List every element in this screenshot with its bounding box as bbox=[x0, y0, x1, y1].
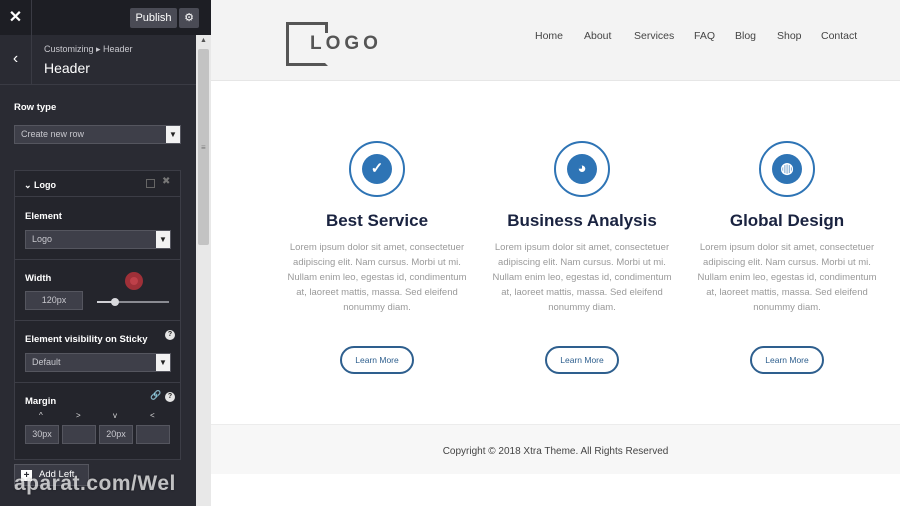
help-icon[interactable]: ? bbox=[165, 392, 175, 402]
scroll-grip-icon: ≡ bbox=[201, 143, 206, 152]
margin-top-arrow-icon: ^ bbox=[39, 411, 43, 420]
copyright-text: Copyright © 2018 Xtra Theme. All Rights … bbox=[442, 446, 669, 457]
visibility-value: Default bbox=[32, 357, 61, 367]
element-label: Element bbox=[25, 211, 62, 222]
site-footer: Copyright © 2018 Xtra Theme. All Rights … bbox=[211, 424, 900, 474]
learn-more-button[interactable]: Learn More bbox=[545, 346, 619, 374]
site-logo[interactable]: LOGO bbox=[308, 33, 382, 55]
margin-right-input[interactable] bbox=[62, 425, 96, 444]
close-icon[interactable]: ✕ bbox=[0, 0, 32, 35]
margin-bottom-arrow-icon: v bbox=[113, 411, 117, 420]
feature-text: Lorem ipsum dolor sit amet, consectetuer… bbox=[492, 242, 672, 313]
learn-more-button[interactable]: Learn More bbox=[750, 346, 824, 374]
chevron-down-icon: ▼ bbox=[156, 231, 170, 248]
margin-label: Margin bbox=[25, 396, 57, 407]
cursor-indicator bbox=[125, 272, 143, 290]
feature-icon-ring: ◍ bbox=[759, 141, 815, 197]
check-icon: ✓ bbox=[362, 154, 392, 184]
row-type-value: Create new row bbox=[21, 129, 85, 139]
section-title: Header bbox=[44, 60, 90, 76]
logo-element-panel: ⌄ Logo ✖ Element Logo ▼ Width 120px Elem… bbox=[14, 170, 181, 460]
divider bbox=[15, 259, 180, 260]
feature-icon-ring: ✓ bbox=[349, 141, 405, 197]
nav-blog[interactable]: Blog bbox=[735, 30, 756, 42]
pie-chart-icon: ◕ bbox=[567, 154, 597, 184]
close-icon[interactable]: ✖ bbox=[162, 176, 170, 187]
slider-handle[interactable] bbox=[111, 298, 119, 306]
width-input[interactable]: 120px bbox=[25, 291, 83, 310]
site-header: LOGO Home About Services FAQ Blog Shop C… bbox=[211, 0, 900, 81]
panel-title: ⌄ Logo bbox=[24, 180, 57, 190]
feature-text: Lorem ipsum dolor sit amet, consectetuer… bbox=[287, 242, 467, 313]
back-arrow-icon[interactable]: ‹ bbox=[0, 35, 32, 85]
width-slider[interactable] bbox=[97, 298, 169, 306]
row-type-select[interactable]: Create new row ▼ bbox=[14, 125, 181, 144]
feature-title: Best Service bbox=[325, 211, 429, 230]
divider bbox=[15, 320, 180, 321]
customizer-topbar: ✕ Publish ⚙ bbox=[0, 0, 211, 35]
nav-shop[interactable]: Shop bbox=[777, 30, 802, 42]
feature-text: Lorem ipsum dolor sit amet, consectetuer… bbox=[697, 242, 877, 313]
publish-button[interactable]: Publish bbox=[130, 8, 177, 28]
watermark: aparat.com/Wel bbox=[14, 472, 176, 495]
site-preview: LOGO Home About Services FAQ Blog Shop C… bbox=[211, 0, 900, 506]
margin-right-arrow-icon: > bbox=[76, 411, 81, 420]
visibility-select[interactable]: Default ▼ bbox=[25, 353, 171, 372]
feature-title: Global Design bbox=[729, 211, 845, 230]
margin-top-input[interactable]: 30px bbox=[25, 425, 59, 444]
margin-left-input[interactable] bbox=[136, 425, 170, 444]
divider bbox=[15, 382, 180, 383]
scroll-up-icon[interactable]: ▲ bbox=[196, 35, 211, 47]
duplicate-icon[interactable] bbox=[146, 179, 155, 188]
learn-more-button[interactable]: Learn More bbox=[340, 346, 414, 374]
nav-home[interactable]: Home bbox=[535, 30, 563, 42]
panel-header[interactable]: ⌄ Logo ✖ bbox=[15, 171, 180, 197]
sidebar-scrollbar[interactable]: ▲ ≡ bbox=[196, 35, 211, 506]
nav-contact[interactable]: Contact bbox=[821, 30, 857, 42]
breadcrumb: Customizing ▸ Header bbox=[44, 44, 133, 54]
row-type-label: Row type bbox=[14, 102, 57, 113]
gear-icon[interactable]: ⚙ bbox=[179, 8, 199, 28]
link-icon[interactable]: 🔗 bbox=[150, 390, 161, 401]
chevron-down-icon: ▼ bbox=[156, 354, 170, 371]
visibility-label: Element visibility on Sticky bbox=[25, 334, 148, 345]
feature-title: Business Analysis bbox=[507, 211, 657, 230]
nav-about[interactable]: About bbox=[584, 30, 611, 42]
chevron-down-icon: ▼ bbox=[166, 126, 180, 143]
scroll-thumb[interactable]: ≡ bbox=[198, 49, 209, 245]
help-icon[interactable]: ? bbox=[165, 330, 175, 340]
feature-icon-ring: ◕ bbox=[554, 141, 610, 197]
breadcrumb-header: ‹ Customizing ▸ Header Header bbox=[0, 35, 196, 85]
globe-icon: ◍ bbox=[772, 154, 802, 184]
margin-left-arrow-icon: < bbox=[150, 411, 155, 420]
margin-bottom-input[interactable]: 20px bbox=[99, 425, 133, 444]
nav-faq[interactable]: FAQ bbox=[694, 30, 715, 42]
element-value: Logo bbox=[32, 234, 53, 244]
element-select[interactable]: Logo ▼ bbox=[25, 230, 171, 249]
nav-services[interactable]: Services bbox=[634, 30, 674, 42]
customizer-sidebar: ✕ Publish ⚙ ‹ Customizing ▸ Header Heade… bbox=[0, 0, 211, 506]
width-label: Width bbox=[25, 273, 52, 284]
